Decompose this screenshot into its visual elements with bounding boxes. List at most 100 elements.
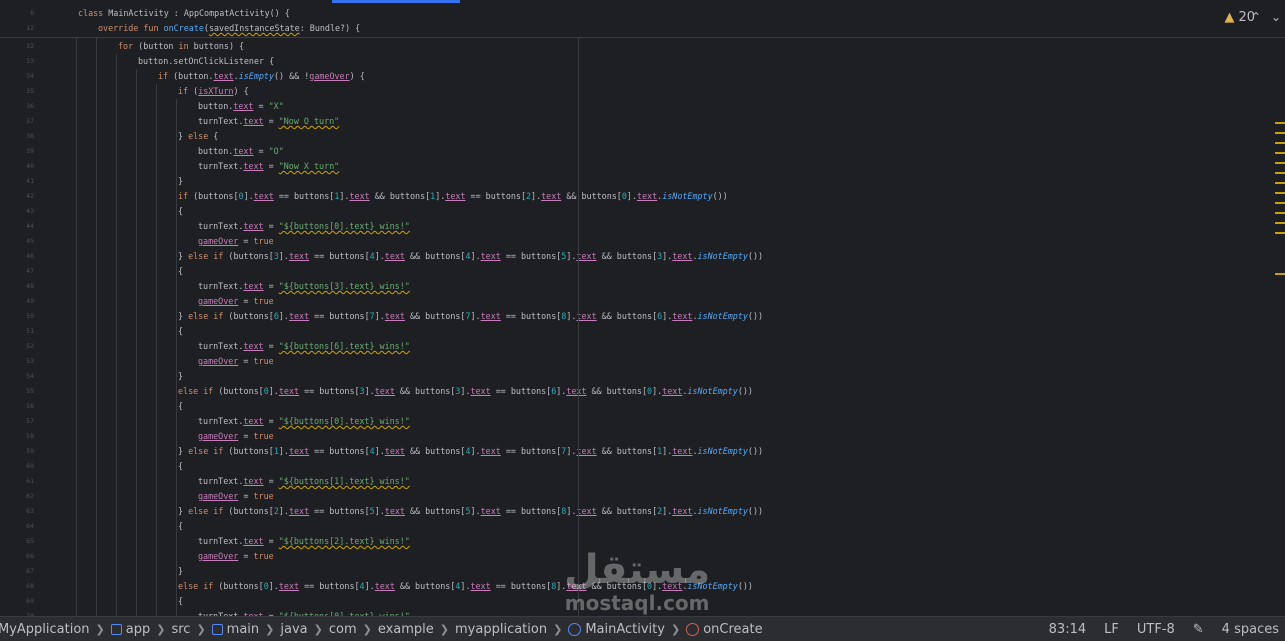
line-number[interactable]: 43 <box>0 204 34 219</box>
line-number[interactable]: 62 <box>0 489 34 504</box>
code-text[interactable]: } else if (buttons[3].text == buttons[4]… <box>178 249 763 264</box>
line-number[interactable]: 68 <box>0 579 34 594</box>
line-number[interactable]: 39 <box>0 144 34 159</box>
warning-marker[interactable] <box>1275 172 1285 174</box>
breadcrumb-item[interactable]: myapplication <box>455 622 547 637</box>
caret-position[interactable]: 83:14 <box>1049 622 1086 637</box>
line-number[interactable]: 49 <box>0 294 34 309</box>
warning-marker[interactable] <box>1275 132 1285 134</box>
line-number[interactable]: 69 <box>0 594 34 609</box>
line-number[interactable]: 12 <box>0 21 34 36</box>
line-number[interactable]: 37 <box>0 114 34 129</box>
code-text[interactable]: gameOver = true <box>198 549 274 564</box>
code-text[interactable]: gameOver = true <box>198 234 274 249</box>
code-text[interactable]: { <box>178 519 183 534</box>
code-text[interactable]: turnText.text = "${buttons[2].text} wins… <box>198 534 410 549</box>
code-text[interactable]: } else { <box>178 129 218 144</box>
breadcrumb-item[interactable]: example <box>378 622 434 637</box>
line-number[interactable]: 57 <box>0 414 34 429</box>
sticky-scope-header[interactable]: 8 class MainActivity : AppCompatActivity(… <box>0 4 1285 38</box>
line-number[interactable]: 64 <box>0 519 34 534</box>
code-text[interactable]: else if (buttons[0].text == buttons[3].t… <box>178 384 753 399</box>
line-number[interactable]: 35 <box>0 84 34 99</box>
line-number[interactable]: 44 <box>0 219 34 234</box>
code-text[interactable]: if (isXTurn) { <box>178 84 249 99</box>
line-number[interactable]: 66 <box>0 549 34 564</box>
line-number[interactable]: 34 <box>0 69 34 84</box>
line-number[interactable]: 36 <box>0 99 34 114</box>
line-number[interactable]: 67 <box>0 564 34 579</box>
code-text[interactable]: turnText.text = "${buttons[1].text} wins… <box>198 474 410 489</box>
warning-marker[interactable] <box>1275 152 1285 154</box>
code-text[interactable]: turnText.text = "${buttons[6].text} wins… <box>198 339 410 354</box>
warning-marker[interactable] <box>1275 122 1285 124</box>
code-text[interactable]: if (button.text.isEmpty() && !gameOver) … <box>158 69 365 84</box>
breadcrumb-item[interactable]: MainActivity <box>568 622 665 637</box>
line-number[interactable]: 42 <box>0 189 34 204</box>
warning-marker[interactable] <box>1275 192 1285 194</box>
line-number[interactable]: 70 <box>0 609 34 616</box>
warning-marker[interactable] <box>1275 142 1285 144</box>
code-text[interactable]: { <box>178 459 183 474</box>
line-number[interactable]: 52 <box>0 339 34 354</box>
warning-marker[interactable] <box>1275 182 1285 184</box>
file-encoding[interactable]: UTF-8 <box>1137 622 1175 637</box>
code-text[interactable]: turnText.text = "${buttons[0].text} wins… <box>198 219 410 234</box>
code-text[interactable]: { <box>178 204 183 219</box>
line-ending[interactable]: LF <box>1104 622 1119 637</box>
code-text[interactable]: } <box>178 564 183 579</box>
code-text[interactable]: { <box>178 264 183 279</box>
line-number[interactable]: 48 <box>0 279 34 294</box>
line-number[interactable]: 60 <box>0 459 34 474</box>
code-text[interactable]: } <box>178 369 183 384</box>
code-text[interactable]: } else if (buttons[2].text == buttons[5]… <box>178 504 763 519</box>
warning-marker[interactable] <box>1275 232 1285 234</box>
line-number[interactable]: 8 <box>0 6 34 21</box>
warning-marker[interactable] <box>1275 162 1285 164</box>
code-text[interactable]: class MainActivity : AppCompatActivity()… <box>78 6 290 21</box>
line-number[interactable]: 32 <box>0 39 34 54</box>
code-text[interactable]: for (button in buttons) { <box>118 39 244 54</box>
code-text[interactable]: { <box>178 399 183 414</box>
code-editor[interactable]: 8 class MainActivity : AppCompatActivity(… <box>0 0 1285 616</box>
code-text[interactable]: } else if (buttons[6].text == buttons[7]… <box>178 309 763 324</box>
code-text[interactable]: gameOver = true <box>198 489 274 504</box>
code-text[interactable]: turnText.text = "Now X turn" <box>198 159 339 174</box>
warning-marker[interactable] <box>1275 222 1285 224</box>
code-text[interactable]: turnText.text = "${buttons[0].text} wins… <box>198 414 410 429</box>
warning-marker[interactable] <box>1275 212 1285 214</box>
line-number[interactable]: 63 <box>0 504 34 519</box>
line-number[interactable]: 56 <box>0 399 34 414</box>
line-number[interactable]: 41 <box>0 174 34 189</box>
breadcrumb-item[interactable]: MyApplication <box>0 622 90 637</box>
breadcrumb-item[interactable]: app <box>110 622 150 637</box>
code-text[interactable]: button.setOnClickListener { <box>138 54 274 69</box>
line-number[interactable]: 54 <box>0 369 34 384</box>
indent-setting[interactable]: 4 spaces <box>1222 622 1279 637</box>
previous-highlight-icon[interactable]: ⌃ <box>1251 10 1261 24</box>
line-number[interactable]: 47 <box>0 264 34 279</box>
next-highlight-icon[interactable]: ⌄ <box>1271 10 1281 24</box>
line-number[interactable]: 58 <box>0 429 34 444</box>
line-number[interactable]: 50 <box>0 309 34 324</box>
code-text[interactable]: turnText.text = "${buttons[3].text} wins… <box>198 279 410 294</box>
code-style-icon[interactable]: ✎ <box>1193 622 1204 637</box>
line-number[interactable]: 40 <box>0 159 34 174</box>
breadcrumb-item[interactable]: onCreate <box>686 622 763 637</box>
line-number[interactable]: 51 <box>0 324 34 339</box>
line-number[interactable]: 61 <box>0 474 34 489</box>
code-text[interactable]: gameOver = true <box>198 429 274 444</box>
code-text[interactable]: button.text = "X" <box>198 99 284 114</box>
breadcrumb-item[interactable]: java <box>280 622 307 637</box>
line-number[interactable]: 45 <box>0 234 34 249</box>
code-text[interactable]: override fun onCreate(savedInstanceState… <box>98 21 360 36</box>
line-number[interactable]: 46 <box>0 249 34 264</box>
code-text[interactable]: gameOver = true <box>198 354 274 369</box>
warning-marker[interactable] <box>1275 202 1285 204</box>
code-text[interactable]: if (buttons[0].text == buttons[1].text &… <box>178 189 728 204</box>
breadcrumb-item[interactable]: com <box>329 622 357 637</box>
code-text[interactable]: } <box>178 174 183 189</box>
code-text[interactable]: turnText.text = "${buttons[0].text} wins… <box>198 609 410 616</box>
line-number[interactable]: 59 <box>0 444 34 459</box>
line-number[interactable]: 53 <box>0 354 34 369</box>
